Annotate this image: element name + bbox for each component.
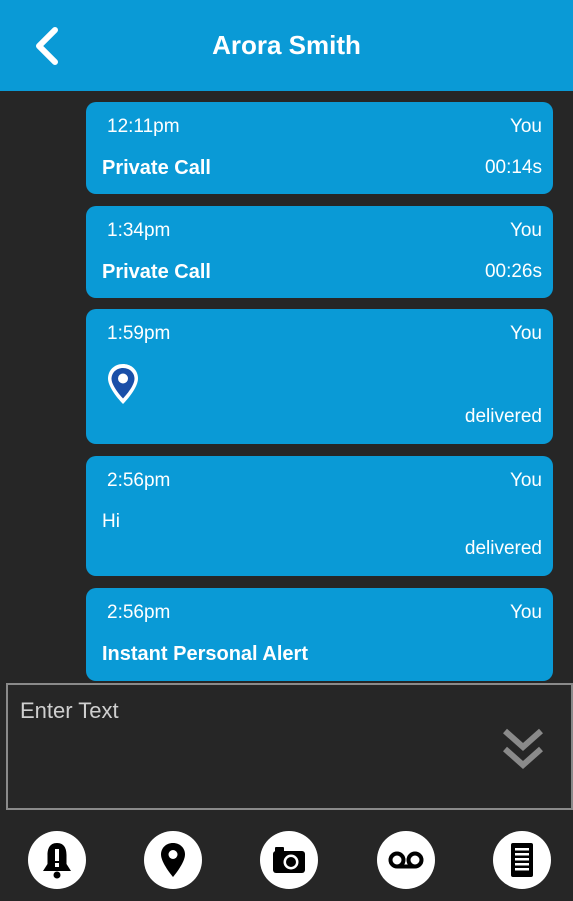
message-sender: You xyxy=(509,470,542,491)
back-button[interactable] xyxy=(22,20,74,72)
message-list[interactable]: 12:11pm You Private Call 00:14s 1:34pm Y… xyxy=(0,91,573,681)
camera-button[interactable] xyxy=(260,831,318,889)
call-duration: 00:14s xyxy=(484,157,542,178)
message-bubble-private-call[interactable]: 12:11pm You Private Call 00:14s xyxy=(86,102,553,194)
message-sender: You xyxy=(509,220,542,241)
chevron-left-icon xyxy=(36,27,58,65)
message-bubble-private-call[interactable]: 1:34pm You Private Call 00:26s xyxy=(86,206,553,298)
share-location-button[interactable] xyxy=(144,831,202,889)
delivery-status: delivered xyxy=(464,406,542,427)
location-pin-icon xyxy=(161,843,185,877)
message-type: Instant Personal Alert xyxy=(102,643,308,665)
double-chevron-down-icon[interactable] xyxy=(501,725,545,771)
message-sender: You xyxy=(509,602,542,623)
composer xyxy=(6,683,573,810)
call-duration: 00:26s xyxy=(484,261,542,282)
page-title: Arora Smith xyxy=(212,30,361,60)
message-bubble-alert[interactable]: 2:56pm You Instant Personal Alert xyxy=(86,588,553,681)
app-header: Arora Smith xyxy=(0,0,573,91)
location-pin-icon[interactable] xyxy=(106,362,140,406)
document-icon xyxy=(511,843,533,877)
alert-bell-icon xyxy=(43,843,71,879)
message-type: Private Call xyxy=(102,261,211,283)
message-sender: You xyxy=(509,116,542,137)
camera-icon xyxy=(273,847,305,873)
message-time: 2:56pm xyxy=(107,470,171,491)
message-text: Hi xyxy=(102,511,120,532)
message-bubble-text[interactable]: 2:56pm You Hi delivered xyxy=(86,456,553,576)
action-toolbar xyxy=(0,812,573,901)
message-time: 1:34pm xyxy=(107,220,171,241)
voicemail-button[interactable] xyxy=(377,831,435,889)
message-sender: You xyxy=(509,323,542,344)
message-input[interactable] xyxy=(8,685,571,808)
message-time: 1:59pm xyxy=(107,323,171,344)
alert-button[interactable] xyxy=(28,831,86,889)
message-type: Private Call xyxy=(102,157,211,179)
message-time: 2:56pm xyxy=(107,602,171,623)
delivery-status: delivered xyxy=(464,538,542,559)
message-time: 12:11pm xyxy=(107,116,180,137)
voicemail-icon xyxy=(388,851,424,869)
message-bubble-location[interactable]: 1:59pm You delivered xyxy=(86,309,553,444)
document-button[interactable] xyxy=(493,831,551,889)
